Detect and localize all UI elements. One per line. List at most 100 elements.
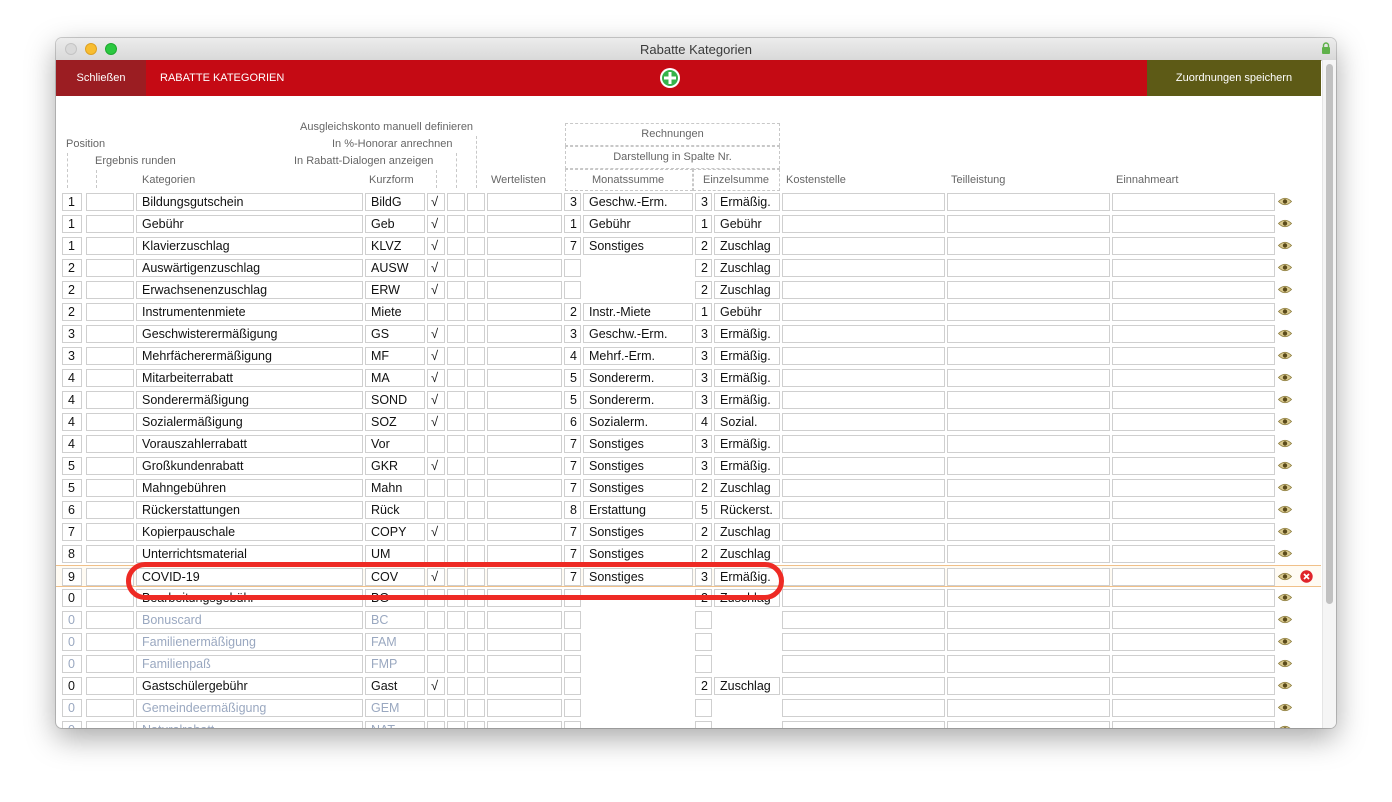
ausgleichskonto-checkbox[interactable] [467, 193, 485, 211]
sub-service-field[interactable] [947, 457, 1110, 475]
ergebnis-runden-field[interactable] [86, 259, 134, 277]
eye-icon[interactable] [1278, 417, 1292, 426]
short-form-field[interactable]: BC [365, 611, 425, 629]
single-column-number[interactable] [695, 633, 712, 651]
category-name-field[interactable]: Bonuscard [136, 611, 363, 629]
single-column-label[interactable]: Gebühr [714, 303, 780, 321]
sub-service-field[interactable] [947, 215, 1110, 233]
position-field[interactable]: 0 [62, 589, 82, 607]
eye-icon[interactable] [1278, 505, 1292, 514]
eye-icon[interactable] [1278, 483, 1292, 492]
ausgleichskonto-checkbox[interactable] [467, 391, 485, 409]
single-column-number[interactable]: 3 [695, 325, 712, 343]
monthly-column-label[interactable]: Gebühr [583, 215, 693, 233]
cost-center-field[interactable] [782, 281, 945, 299]
ausgleichskonto-checkbox[interactable] [467, 215, 485, 233]
wertelisten-field[interactable] [487, 435, 562, 453]
honorar-checkbox[interactable] [447, 303, 465, 321]
sub-service-field[interactable] [947, 655, 1110, 673]
sub-service-field[interactable] [947, 303, 1110, 321]
cost-center-field[interactable] [782, 501, 945, 519]
eye-icon[interactable] [1278, 703, 1292, 712]
revenue-type-field[interactable] [1112, 699, 1275, 717]
single-column-number[interactable]: 4 [695, 413, 712, 431]
revenue-type-field[interactable] [1112, 523, 1275, 541]
revenue-type-field[interactable] [1112, 721, 1275, 728]
revenue-type-field[interactable] [1112, 347, 1275, 365]
category-name-field[interactable]: Kopierpauschale [136, 523, 363, 541]
monthly-column-number[interactable]: 4 [564, 347, 581, 365]
monthly-column-label[interactable]: Sondererm. [583, 391, 693, 409]
sub-service-field[interactable] [947, 237, 1110, 255]
close-button[interactable]: Schließen [56, 60, 146, 96]
position-field[interactable]: 4 [62, 435, 82, 453]
sub-service-field[interactable] [947, 369, 1110, 387]
table-row[interactable]: 0 NaturalrabattNAT [56, 719, 1321, 728]
sub-service-field[interactable] [947, 677, 1110, 695]
scrollbar[interactable] [1322, 60, 1336, 728]
rabatt-dialog-checkbox[interactable] [427, 501, 445, 519]
revenue-type-field[interactable] [1112, 568, 1275, 586]
rabatt-dialog-checkbox[interactable]: √ [427, 457, 445, 475]
rabatt-dialog-checkbox[interactable] [427, 545, 445, 563]
ausgleichskonto-checkbox[interactable] [467, 501, 485, 519]
eye-icon[interactable] [1278, 572, 1292, 581]
rabatt-dialog-checkbox[interactable]: √ [427, 215, 445, 233]
single-column-label[interactable]: Ermäßig. [714, 435, 780, 453]
category-name-field[interactable]: Familienpaß [136, 655, 363, 673]
honorar-checkbox[interactable] [447, 369, 465, 387]
monthly-column-number[interactable]: 7 [564, 237, 581, 255]
monthly-column-label[interactable]: Geschw.-Erm. [583, 325, 693, 343]
wertelisten-field[interactable] [487, 655, 562, 673]
eye-icon[interactable] [1278, 527, 1292, 536]
wertelisten-field[interactable] [487, 677, 562, 695]
sub-service-field[interactable] [947, 699, 1110, 717]
eye-icon[interactable] [1278, 637, 1292, 646]
cost-center-field[interactable] [782, 259, 945, 277]
save-assignments-button[interactable]: Zuordnungen speichern [1147, 60, 1321, 96]
cost-center-field[interactable] [782, 677, 945, 695]
category-name-field[interactable]: Erwachsenenzuschlag [136, 281, 363, 299]
table-row[interactable]: 2 Auswärtigenzuschlag AUSW √ 2 Zuschlag [56, 257, 1321, 279]
honorar-checkbox[interactable] [447, 523, 465, 541]
cost-center-field[interactable] [782, 457, 945, 475]
monthly-column-label[interactable]: Sozialerm. [583, 413, 693, 431]
ausgleichskonto-checkbox[interactable] [467, 655, 485, 673]
eye-icon[interactable] [1278, 593, 1292, 602]
monthly-column-number[interactable]: 6 [564, 413, 581, 431]
table-row[interactable]: 2 Erwachsenenzuschlag ERW √ 2 Zuschlag [56, 279, 1321, 301]
single-column-label[interactable]: Zuschlag [714, 677, 780, 695]
table-row[interactable]: 3 Geschwisterermäßigung GS √ 3 Geschw.-Erm. 3 E… [56, 323, 1321, 345]
cost-center-field[interactable] [782, 435, 945, 453]
honorar-checkbox[interactable] [447, 237, 465, 255]
cost-center-field[interactable] [782, 568, 945, 586]
single-column-number[interactable]: 2 [695, 259, 712, 277]
wertelisten-field[interactable] [487, 611, 562, 629]
category-name-field[interactable]: Mahngebühren [136, 479, 363, 497]
short-form-field[interactable]: Gast [365, 677, 425, 695]
revenue-type-field[interactable] [1112, 589, 1275, 607]
cost-center-field[interactable] [782, 303, 945, 321]
cost-center-field[interactable] [782, 545, 945, 563]
table-row[interactable]: 4 Vorauszahlerrabatt Vor 7 Sonstiges 3 Ermäßig… [56, 433, 1321, 455]
rabatt-dialog-checkbox[interactable]: √ [427, 523, 445, 541]
wertelisten-field[interactable] [487, 391, 562, 409]
monthly-column-number[interactable]: 2 [564, 303, 581, 321]
ausgleichskonto-checkbox[interactable] [467, 259, 485, 277]
honorar-checkbox[interactable] [447, 193, 465, 211]
sub-service-field[interactable] [947, 545, 1110, 563]
category-name-field[interactable]: Vorauszahlerrabatt [136, 435, 363, 453]
monthly-column-number[interactable] [564, 655, 581, 673]
category-name-field[interactable]: Mitarbeiterrabatt [136, 369, 363, 387]
ergebnis-runden-field[interactable] [86, 589, 134, 607]
wertelisten-field[interactable] [487, 193, 562, 211]
short-form-field[interactable]: Mahn [365, 479, 425, 497]
monthly-column-number[interactable] [564, 259, 581, 277]
rabatt-dialog-checkbox[interactable]: √ [427, 347, 445, 365]
monthly-column-number[interactable] [564, 281, 581, 299]
position-field[interactable]: 1 [62, 237, 82, 255]
eye-icon[interactable] [1278, 725, 1292, 728]
position-field[interactable]: 7 [62, 523, 82, 541]
position-field[interactable]: 8 [62, 545, 82, 563]
position-field[interactable]: 4 [62, 391, 82, 409]
